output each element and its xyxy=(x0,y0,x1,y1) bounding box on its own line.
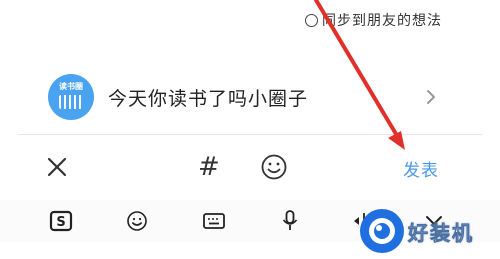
circle-title: 今天你读书了吗小圈子 xyxy=(108,88,309,110)
emoji-icon[interactable] xyxy=(124,208,150,234)
microphone-icon[interactable] xyxy=(277,208,303,234)
post-button[interactable]: 发表 xyxy=(403,156,439,181)
avatar-text: 读书圈 xyxy=(59,82,83,91)
divider xyxy=(18,134,482,135)
sync-label: 同步到朋友的想法 xyxy=(322,13,442,29)
svg-text:S: S xyxy=(56,215,65,230)
emoji-icon[interactable] xyxy=(260,153,288,181)
circle-selector-row[interactable]: 读书圈 今天你读书了吗小圈子 xyxy=(0,60,500,134)
watermark-logo-icon xyxy=(360,209,404,253)
books-icon xyxy=(59,95,83,109)
hashtag-icon[interactable]: # xyxy=(198,152,222,182)
sync-to-friends-option[interactable]: 同步到朋友的想法 xyxy=(305,8,442,32)
chevron-right-icon[interactable] xyxy=(424,88,438,106)
radio-circle-icon[interactable] xyxy=(305,13,318,27)
watermark-text: 好装机 xyxy=(408,220,474,245)
keyboard-icon[interactable] xyxy=(201,208,227,234)
watermark: 好装机 xyxy=(360,206,500,256)
compose-toolbar: # 发表 xyxy=(0,142,500,194)
circle-avatar: 读书圈 xyxy=(48,74,94,120)
close-icon[interactable] xyxy=(44,154,70,180)
sogou-s-icon[interactable]: S xyxy=(48,208,74,234)
